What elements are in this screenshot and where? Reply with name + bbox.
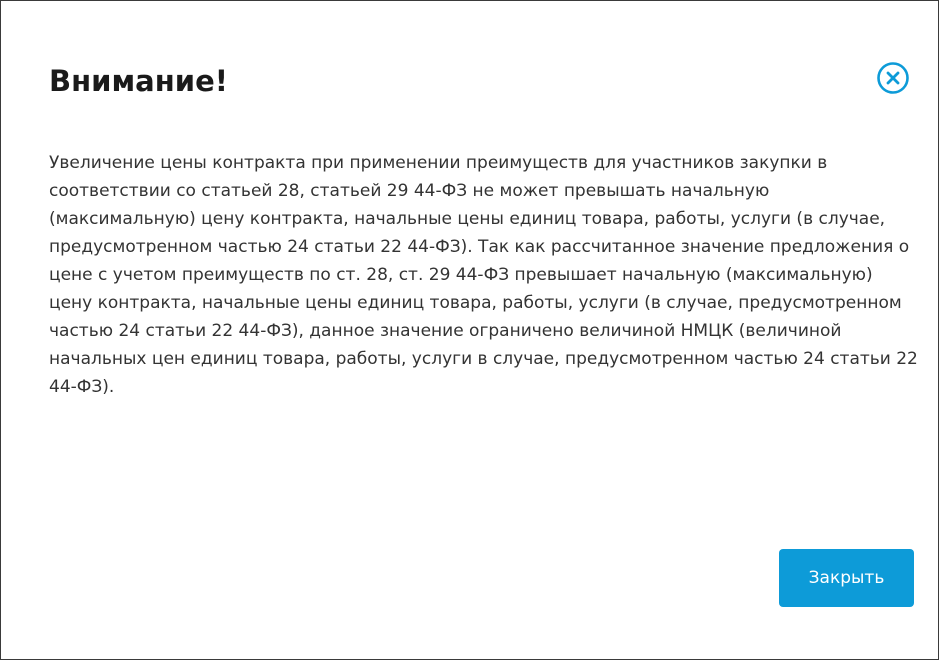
close-button[interactable]: Закрыть bbox=[779, 549, 914, 607]
close-circle-icon[interactable] bbox=[876, 61, 910, 95]
dialog-message: Увеличение цены контракта при применении… bbox=[49, 153, 918, 397]
dialog-title: Внимание! bbox=[49, 64, 228, 98]
warning-dialog: Внимание! Увеличение цены контракта при … bbox=[0, 0, 939, 660]
